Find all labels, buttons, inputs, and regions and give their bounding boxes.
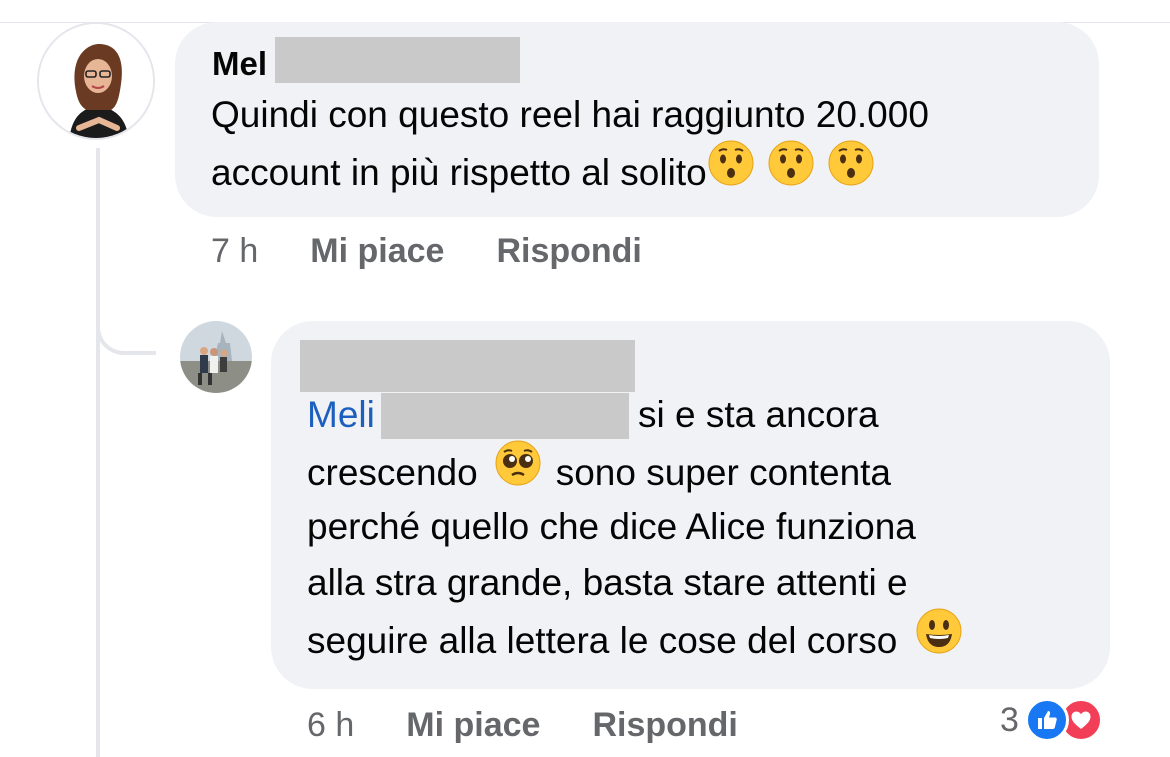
mention-link[interactable]: Meli: [307, 394, 375, 435]
redacted-name: [275, 37, 520, 83]
reply-text-line-3: perché quello che dice Alice funziona: [307, 506, 916, 547]
profile-photo-group: [180, 321, 252, 393]
reply-button[interactable]: Rispondi: [592, 706, 737, 745]
reply-text-line-1: Meli: [307, 387, 375, 443]
hushed-face-emoji: [767, 139, 815, 203]
profile-photo-woman: [39, 24, 153, 138]
reply-button[interactable]: Rispondi: [496, 232, 641, 271]
reply-meta: 6 h Mi piace Rispondi: [307, 706, 738, 745]
pleading-face-emoji: [494, 439, 542, 503]
hushed-face-emoji: [827, 139, 875, 203]
timestamp[interactable]: 6 h: [307, 706, 354, 745]
reply-text-line-1-rest: si e sta ancora: [638, 394, 879, 435]
smiley-face-emoji: [915, 607, 963, 671]
redacted-name: [300, 340, 635, 392]
comment-text-line-2: account in più rispetto al solito: [211, 140, 875, 207]
avatar[interactable]: [37, 22, 155, 140]
thread-connector: [96, 300, 156, 355]
comment-author[interactable]: Mel: [212, 45, 267, 83]
hushed-face-emoji: [707, 139, 755, 203]
avatar[interactable]: [180, 321, 252, 393]
reaction-count: 3: [1000, 700, 1019, 739]
reply-text-line-4: alla stra grande, basta stare attenti e: [307, 562, 908, 603]
comment-meta: 7 h Mi piace Rispondi: [211, 232, 642, 271]
reply-text-line-2: crescendo sono super contenta: [307, 440, 891, 507]
like-button[interactable]: Mi piace: [310, 232, 444, 271]
reply-text-line-5: seguire alla lettera le cose del corso: [307, 608, 963, 675]
thread-line: [96, 148, 100, 757]
like-button[interactable]: Mi piace: [406, 706, 540, 745]
redacted-mention: [381, 393, 629, 439]
reactions-summary[interactable]: 3: [1000, 698, 1103, 742]
comment-text-line-1: Quindi con questo reel hai raggiunto 20.…: [211, 94, 929, 135]
like-icon: [1024, 698, 1069, 742]
timestamp[interactable]: 7 h: [211, 232, 258, 271]
